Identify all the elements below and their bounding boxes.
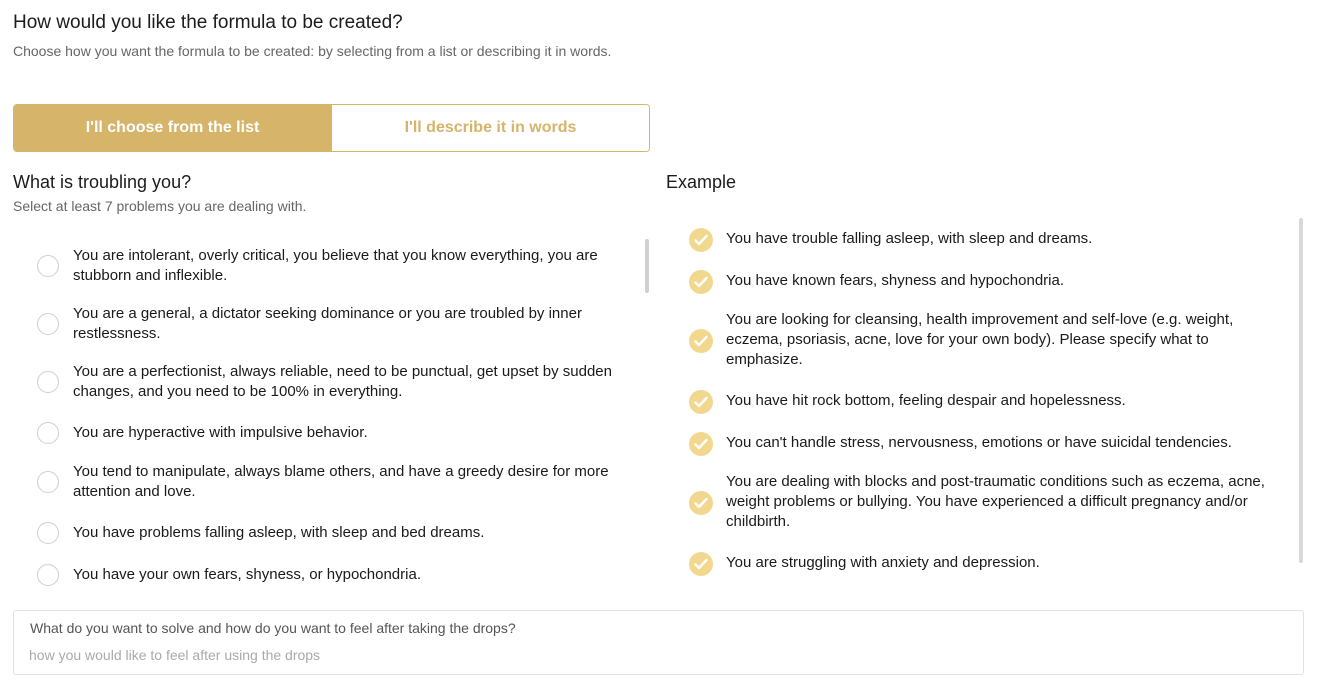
- list-item[interactable]: You are hyperactive with impulsive behav…: [13, 422, 638, 444]
- checkmark-circle-icon: [689, 329, 713, 353]
- creation-mode-toggle: I'll choose from the list I'll describe …: [13, 104, 650, 152]
- radio-empty-icon[interactable]: [37, 422, 59, 444]
- describe-in-words-button[interactable]: I'll describe it in words: [331, 105, 649, 151]
- list-item[interactable]: You are intolerant, overly critical, you…: [13, 246, 638, 286]
- problems-list: You are intolerant, overly critical, you…: [13, 238, 653, 596]
- list-item-label: You are a general, a dictator seeking do…: [73, 305, 582, 342]
- list-item-label: You have hit rock bottom, feeling despai…: [726, 392, 1126, 409]
- problems-subheading: Select at least 7 problems you are deali…: [13, 198, 307, 214]
- list-item[interactable]: You are a perfectionist, always reliable…: [13, 362, 638, 402]
- list-item: You have hit rock bottom, feeling despai…: [680, 390, 1285, 414]
- checkmark-circle-icon: [689, 552, 713, 576]
- list-item-label: You are struggling with anxiety and depr…: [726, 554, 1040, 571]
- page-title: How would you like the formula to be cre…: [13, 12, 403, 33]
- checkmark-circle-icon: [689, 491, 713, 515]
- list-item[interactable]: You have problems falling asleep, with s…: [13, 522, 638, 544]
- page-subtitle: Choose how you want the formula to be cr…: [13, 43, 612, 59]
- problems-heading: What is troubling you?: [13, 172, 192, 192]
- list-item-label: You have trouble falling asleep, with sl…: [726, 230, 1093, 247]
- radio-empty-icon[interactable]: [37, 564, 59, 586]
- list-item[interactable]: You have your own fears, shyness, or hyp…: [13, 564, 638, 586]
- checkmark-circle-icon: [689, 228, 713, 252]
- list-item-label: You have problems falling asleep, with s…: [73, 524, 485, 541]
- list-item-label: You tend to manipulate, always blame oth…: [73, 463, 609, 500]
- radio-empty-icon[interactable]: [37, 471, 59, 493]
- choose-from-list-button[interactable]: I'll choose from the list: [14, 105, 331, 151]
- list-item-label: You are dealing with blocks and post-tra…: [726, 473, 1265, 530]
- list-item-label: You have known fears, shyness and hypoch…: [726, 272, 1065, 289]
- list-item: You are looking for cleansing, health im…: [680, 310, 1285, 370]
- radio-empty-icon[interactable]: [37, 255, 59, 277]
- list-item-label: You are hyperactive with impulsive behav…: [73, 424, 368, 441]
- example-heading: Example: [666, 172, 737, 192]
- example-scrollbar[interactable]: [1299, 218, 1303, 563]
- checkmark-circle-icon: [689, 390, 713, 414]
- radio-empty-icon[interactable]: [37, 313, 59, 335]
- list-item-label: You can't handle stress, nervousness, em…: [726, 434, 1232, 451]
- radio-empty-icon[interactable]: [37, 371, 59, 393]
- list-item[interactable]: You are a general, a dictator seeking do…: [13, 304, 638, 344]
- checkmark-circle-icon: [689, 432, 713, 456]
- list-item: You have trouble falling asleep, with sl…: [680, 228, 1285, 252]
- list-item[interactable]: You tend to manipulate, always blame oth…: [13, 462, 638, 502]
- example-list: You have trouble falling asleep, with sl…: [680, 218, 1295, 580]
- feeling-field-box: What do you want to solve and how do you…: [13, 610, 1304, 675]
- list-item-label: You have your own fears, shyness, or hyp…: [73, 566, 421, 583]
- list-item-label: You are looking for cleansing, health im…: [726, 311, 1234, 368]
- list-item: You can't handle stress, nervousness, em…: [680, 432, 1285, 456]
- list-item: You have known fears, shyness and hypoch…: [680, 270, 1285, 294]
- feeling-input[interactable]: [29, 644, 1229, 666]
- list-item: You are dealing with blocks and post-tra…: [680, 472, 1285, 532]
- list-item-label: You are a perfectionist, always reliable…: [73, 363, 612, 400]
- checkmark-circle-icon: [689, 270, 713, 294]
- feeling-field-label: What do you want to solve and how do you…: [30, 620, 516, 636]
- list-item-label: You are intolerant, overly critical, you…: [73, 247, 598, 284]
- problems-scrollbar[interactable]: [645, 239, 649, 293]
- radio-empty-icon[interactable]: [37, 522, 59, 544]
- list-item: You are struggling with anxiety and depr…: [680, 552, 1285, 576]
